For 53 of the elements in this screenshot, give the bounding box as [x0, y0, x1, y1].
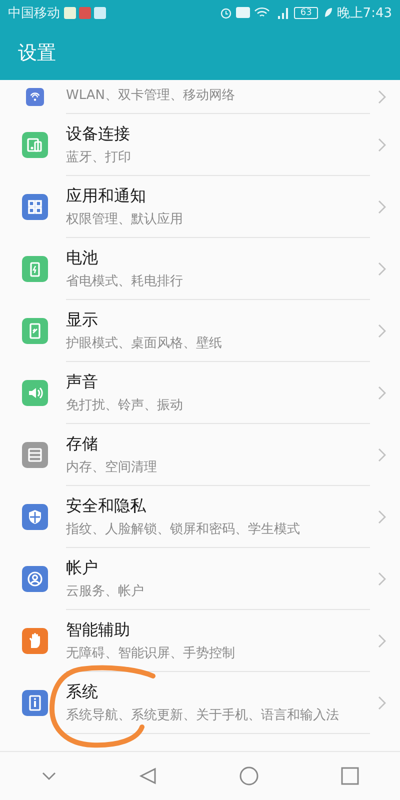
- page-title: 设置: [18, 40, 56, 66]
- chevron-icon: [378, 90, 386, 104]
- item-title: 应用和通知: [66, 186, 147, 206]
- chevron-icon: [378, 138, 386, 152]
- chevron-icon: [378, 448, 386, 462]
- settings-item[interactable]: 智能辅助 无障碍、智能识屏、手势控制: [0, 610, 400, 672]
- chevron-icon: [378, 324, 386, 338]
- back-icon[interactable]: [139, 767, 157, 785]
- item-subtitle: 护眼模式、桌面风格、壁纸: [66, 334, 223, 352]
- recents-icon[interactable]: [341, 767, 359, 785]
- settings-item[interactable]: 设备连接 蓝牙、打印: [0, 114, 400, 176]
- item-title: 存储: [66, 434, 99, 454]
- item-subtitle: 免打扰、铃声、振动: [66, 396, 184, 414]
- item-title: 电池: [66, 248, 99, 268]
- home-icon[interactable]: [239, 766, 259, 786]
- item-subtitle: 云服务、帐户: [66, 582, 145, 600]
- clock-time: 晚上7:43: [336, 4, 392, 22]
- settings-item[interactable]: 显示 护眼模式、桌面风格、壁纸: [0, 300, 400, 362]
- carrier-text: 中国移动: [8, 4, 60, 22]
- settings-item[interactable]: 电池 省电模式、耗电排行: [0, 238, 400, 300]
- item-subtitle: 蓝牙、打印: [66, 148, 132, 166]
- item-subtitle: 系统导航、系统更新、关于手机、语言和输入法: [66, 706, 340, 724]
- chevron-icon: [378, 510, 386, 524]
- chevron-icon: [378, 696, 386, 710]
- alarm-icon: [220, 6, 232, 18]
- chevron-icon: [378, 572, 386, 586]
- settings-item[interactable]: 帐户 云服务、帐户: [0, 548, 400, 610]
- settings-item[interactable]: 存储 内存、空间清理: [0, 424, 400, 486]
- wifi-icon: [254, 6, 270, 18]
- settings-item[interactable]: 声音 免打扰、铃声、振动: [0, 362, 400, 424]
- chevron-icon: [378, 386, 386, 400]
- chevron-icon: [378, 200, 386, 214]
- settings-item[interactable]: 应用和通知 权限管理、默认应用: [0, 176, 400, 238]
- item-title: 安全和隐私: [66, 496, 147, 516]
- settings-item[interactable]: 系统 系统导航、系统更新、关于手机、语言和输入法: [0, 672, 400, 734]
- item-title: 显示: [66, 310, 99, 330]
- battery-indicator: 63: [294, 6, 318, 18]
- item-title: 智能辅助: [66, 620, 131, 640]
- item-subtitle: 无障碍、智能识屏、手势控制: [66, 644, 236, 662]
- leaf-icon: [324, 7, 333, 18]
- item-subtitle: 权限管理、默认应用: [66, 210, 184, 228]
- item-subtitle: 内存、空间清理: [66, 458, 158, 476]
- chevron-icon: [378, 634, 386, 648]
- chevron-down-icon[interactable]: [41, 771, 57, 781]
- item-subtitle: WLAN、双卡管理、移动网络: [66, 87, 236, 104]
- item-title: 系统: [66, 682, 99, 702]
- item-title: 声音: [66, 372, 99, 392]
- settings-item[interactable]: 安全和隐私 指纹、人脸解锁、锁屏和密码、学生模式: [0, 486, 400, 548]
- chevron-icon: [378, 262, 386, 276]
- item-title: 帐户: [66, 558, 99, 578]
- item-subtitle: 省电模式、耗电排行: [66, 272, 184, 290]
- item-subtitle: 指纹、人脸解锁、锁屏和密码、学生模式: [66, 520, 301, 538]
- item-title: 设备连接: [66, 124, 131, 144]
